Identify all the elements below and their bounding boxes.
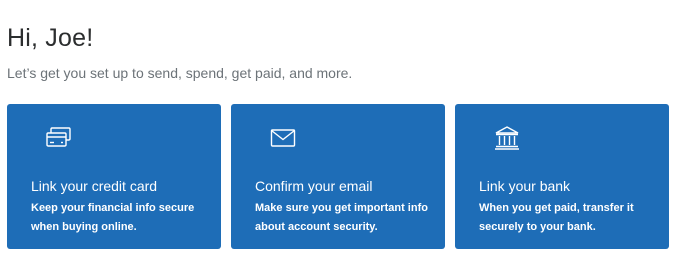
envelope-icon	[269, 124, 297, 152]
card-title: Link your credit card	[31, 178, 158, 194]
card-title: Confirm your email	[255, 178, 373, 194]
link-bank-card[interactable]: Link your bank When you get paid, transf…	[455, 104, 669, 249]
greeting-heading: Hi, Joe!	[7, 24, 94, 52]
greeting-subtitle: Let’s get you set up to send, spend, get…	[7, 65, 353, 81]
confirm-email-card[interactable]: Confirm your email Make sure you get imp…	[231, 104, 445, 249]
card-description: Make sure you get important info about a…	[255, 202, 428, 233]
card-description: When you get paid, transfer it securely …	[479, 202, 634, 233]
onboarding-page: Hi, Joe! Let’s get you set up to send, s…	[0, 0, 680, 259]
card-title: Link your bank	[479, 178, 571, 194]
link-credit-card-card[interactable]: Link your credit card Keep your financia…	[7, 104, 221, 249]
setup-cards: Link your credit card Keep your financia…	[7, 104, 669, 249]
card-description: Keep your financial info secure when buy…	[31, 202, 195, 233]
bank-icon	[493, 124, 521, 152]
credit-card-icon	[45, 124, 73, 152]
